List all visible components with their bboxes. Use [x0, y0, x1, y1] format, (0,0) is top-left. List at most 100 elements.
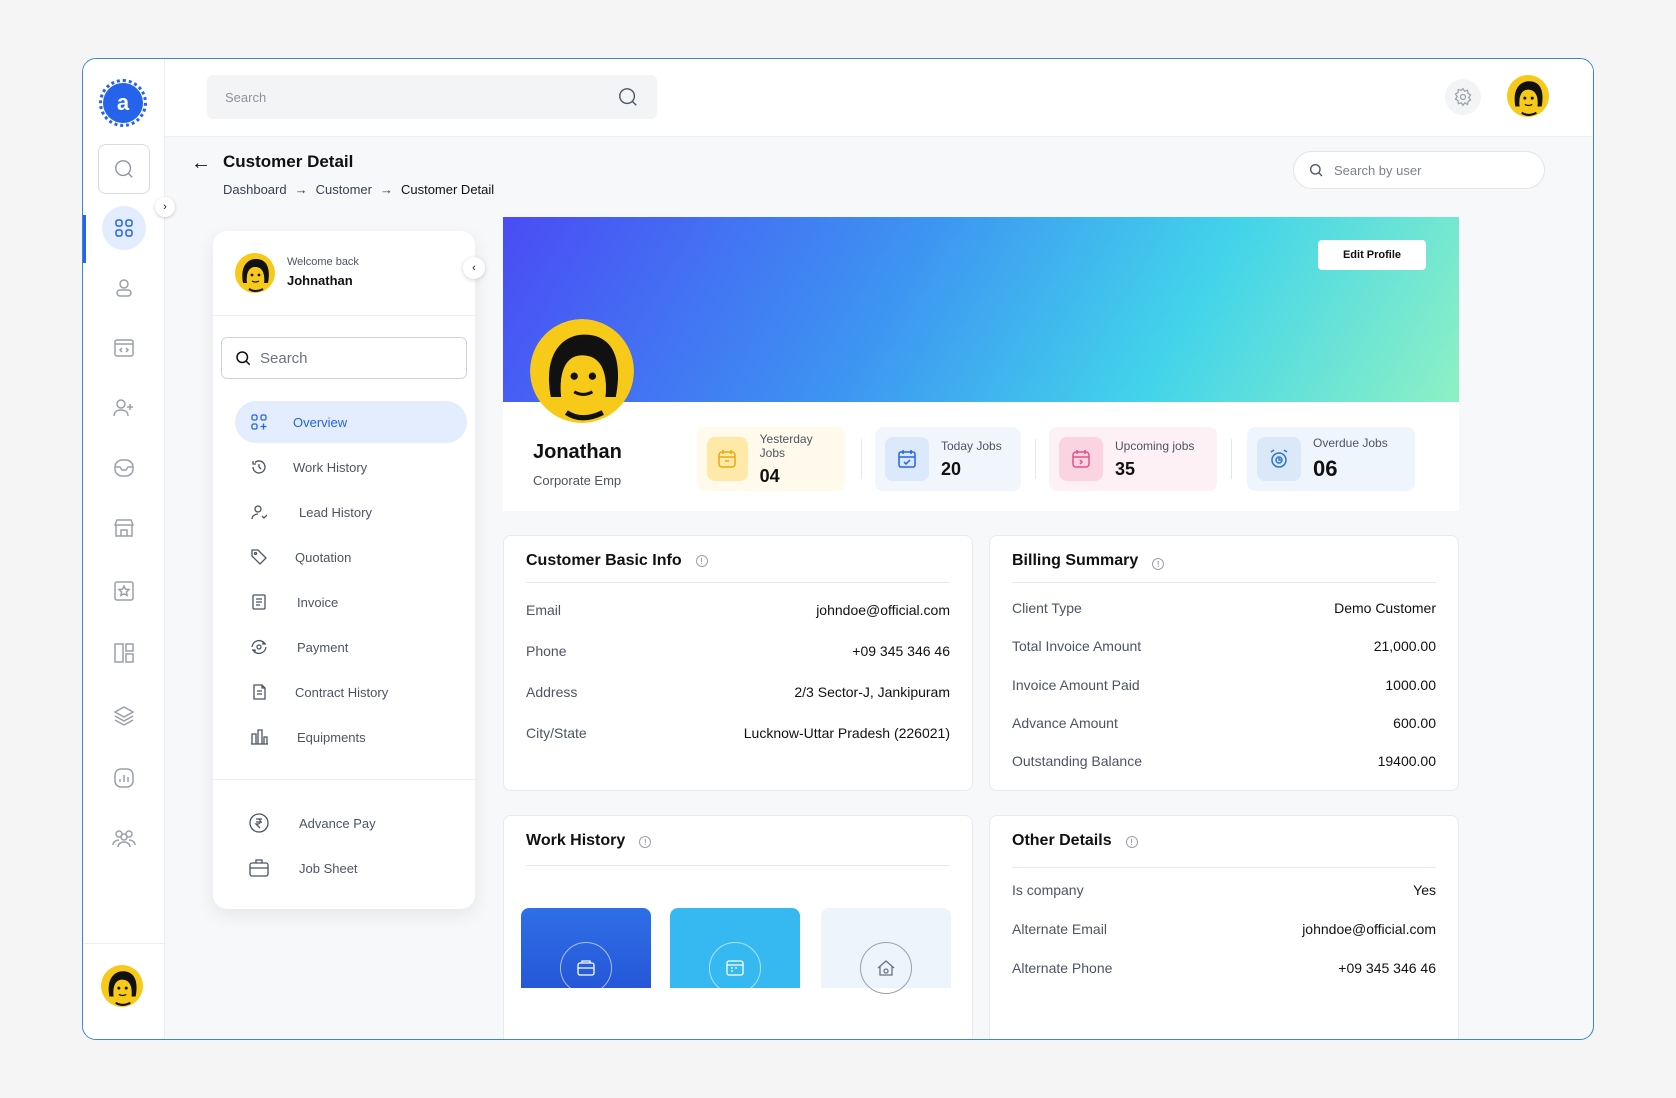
user-search-input[interactable]: Search by user	[1293, 151, 1545, 189]
nav-payment[interactable]: Payment	[235, 626, 467, 668]
profile-avatar[interactable]	[1507, 75, 1549, 117]
divider	[213, 779, 475, 780]
nav-work-history[interactable]: Work History	[235, 446, 467, 488]
billing-summary-card: Billing Summary ! Client Type Demo Custom…	[989, 535, 1459, 791]
global-search-input[interactable]: Search	[207, 75, 657, 119]
rail-divider	[83, 943, 165, 944]
breadcrumb: Dashboard → Customer → Customer Detail	[223, 182, 494, 197]
team-icon	[112, 830, 136, 848]
calendar-clock-icon	[709, 942, 761, 994]
nav-invoice[interactable]: Invoice	[235, 581, 467, 623]
panel-collapse-button[interactable]: ‹	[463, 257, 485, 279]
rail-store[interactable]	[102, 506, 146, 550]
divider	[213, 315, 475, 316]
panel-search-input[interactable]: Search	[221, 337, 467, 379]
profile-name: Jonathan	[533, 441, 622, 463]
card-header: Work History !	[526, 832, 950, 866]
nav-contract-history[interactable]: Contract History	[235, 671, 467, 713]
search-icon	[1310, 164, 1323, 177]
breadcrumb-dashboard[interactable]: Dashboard	[223, 182, 287, 197]
card-header: Customer Basic Info !	[526, 552, 950, 583]
profile-avatar	[530, 319, 634, 423]
calendar-check-icon	[885, 437, 929, 481]
card-header: Other Details !	[1012, 832, 1436, 868]
work-history-tile-3[interactable]	[821, 908, 951, 994]
payment-icon	[249, 637, 269, 657]
page-title: Customer Detail	[223, 152, 354, 171]
home-gear-icon	[860, 942, 912, 994]
customer-nav-panel: ‹ Welcome back Johnathan Search Overview…	[213, 231, 485, 909]
nav-advance-pay[interactable]: Advance Pay	[235, 802, 467, 844]
back-arrow-icon[interactable]: ←	[191, 152, 211, 175]
equipment-icon	[249, 727, 269, 747]
rail-code[interactable]	[102, 326, 146, 370]
rail-layout[interactable]	[102, 631, 146, 675]
rail-profile[interactable]	[102, 266, 146, 310]
info-icon[interactable]: !	[695, 555, 708, 567]
rail-add-user[interactable]	[102, 386, 146, 430]
user-avatar[interactable]	[101, 965, 143, 1007]
stat-upcoming-jobs: Upcoming jobs 35	[1049, 427, 1217, 491]
other-row: Alternate Email johndoe@official.com	[1012, 921, 1436, 937]
breadcrumb-customer[interactable]: Customer	[316, 182, 372, 197]
contract-icon	[249, 682, 269, 702]
stat-yesterday-jobs: Yesterday Jobs 04	[697, 427, 845, 491]
billing-row: Total Invoice Amount 21,000.00	[1012, 638, 1436, 654]
user-avatar	[235, 253, 275, 293]
nav-quotation[interactable]: Quotation	[235, 536, 467, 578]
customer-basic-info-card: Customer Basic Info ! Email johndoe@offic…	[503, 535, 973, 791]
chart-icon	[114, 768, 134, 788]
grid-icon	[115, 219, 133, 237]
rail-team[interactable]	[102, 816, 146, 860]
billing-row: Client Type Demo Customer	[1012, 600, 1436, 616]
divider	[861, 439, 862, 479]
info-row: Phone +09 345 346 46	[526, 643, 950, 659]
work-history-tile-2[interactable]	[670, 908, 800, 994]
other-row: Alternate Phone +09 345 346 46	[1012, 960, 1436, 976]
arrow-right-icon: →	[379, 182, 393, 197]
divider	[1035, 439, 1036, 479]
rail-search-button[interactable]	[98, 144, 150, 194]
active-rail-marker	[83, 215, 86, 263]
breadcrumb-current: Customer Detail	[400, 182, 495, 197]
rail-reports[interactable]	[102, 756, 146, 800]
info-icon[interactable]: !	[1125, 836, 1138, 848]
app-logo-icon[interactable]: a	[99, 79, 147, 127]
briefcase-icon	[249, 858, 269, 878]
rail-inbox[interactable]	[102, 446, 146, 490]
profile-role: Corporate Emp	[533, 473, 622, 488]
info-icon[interactable]: !	[639, 836, 652, 848]
chevron-right-icon: ›	[163, 201, 167, 213]
icon-rail: a	[83, 59, 165, 1039]
store-icon	[113, 519, 135, 537]
search-icon	[236, 351, 251, 366]
rail-expand-button[interactable]: ›	[155, 197, 175, 217]
calendar-icon	[707, 437, 748, 481]
rail-favorites[interactable]	[102, 569, 146, 613]
welcome-block: Welcome back Johnathan	[235, 253, 359, 293]
search-icon	[619, 88, 637, 106]
work-history-tile-1[interactable]	[521, 908, 651, 994]
calendar-forward-icon	[1059, 437, 1103, 481]
app-window: a › Search ← Customer Detail Dashboard →…	[82, 58, 1594, 1040]
inbox-icon	[114, 459, 134, 477]
tag-icon	[249, 547, 269, 567]
info-icon[interactable]: !	[1152, 558, 1165, 570]
nav-lead-history[interactable]: Lead History	[235, 491, 467, 533]
stat-today-jobs: Today Jobs 20	[875, 427, 1021, 491]
layers-icon	[113, 706, 135, 726]
gear-icon	[1454, 87, 1472, 107]
rupee-icon	[249, 813, 269, 833]
profile-card: Edit Profile Jonathan Corporate Emp Yest…	[503, 217, 1459, 511]
nav-overview[interactable]: Overview	[235, 401, 467, 443]
rail-layers[interactable]	[102, 694, 146, 738]
nav-equipments[interactable]: Equipments	[235, 716, 467, 758]
chevron-left-icon: ‹	[472, 262, 476, 274]
nav-job-sheet[interactable]: Job Sheet	[235, 847, 467, 889]
edit-profile-button[interactable]: Edit Profile	[1318, 240, 1426, 270]
settings-button[interactable]	[1445, 79, 1481, 115]
work-history-card: Work History !	[503, 815, 973, 1039]
rail-dashboard[interactable]	[102, 206, 146, 250]
user-lead-icon	[249, 502, 269, 522]
divider	[1231, 439, 1232, 479]
